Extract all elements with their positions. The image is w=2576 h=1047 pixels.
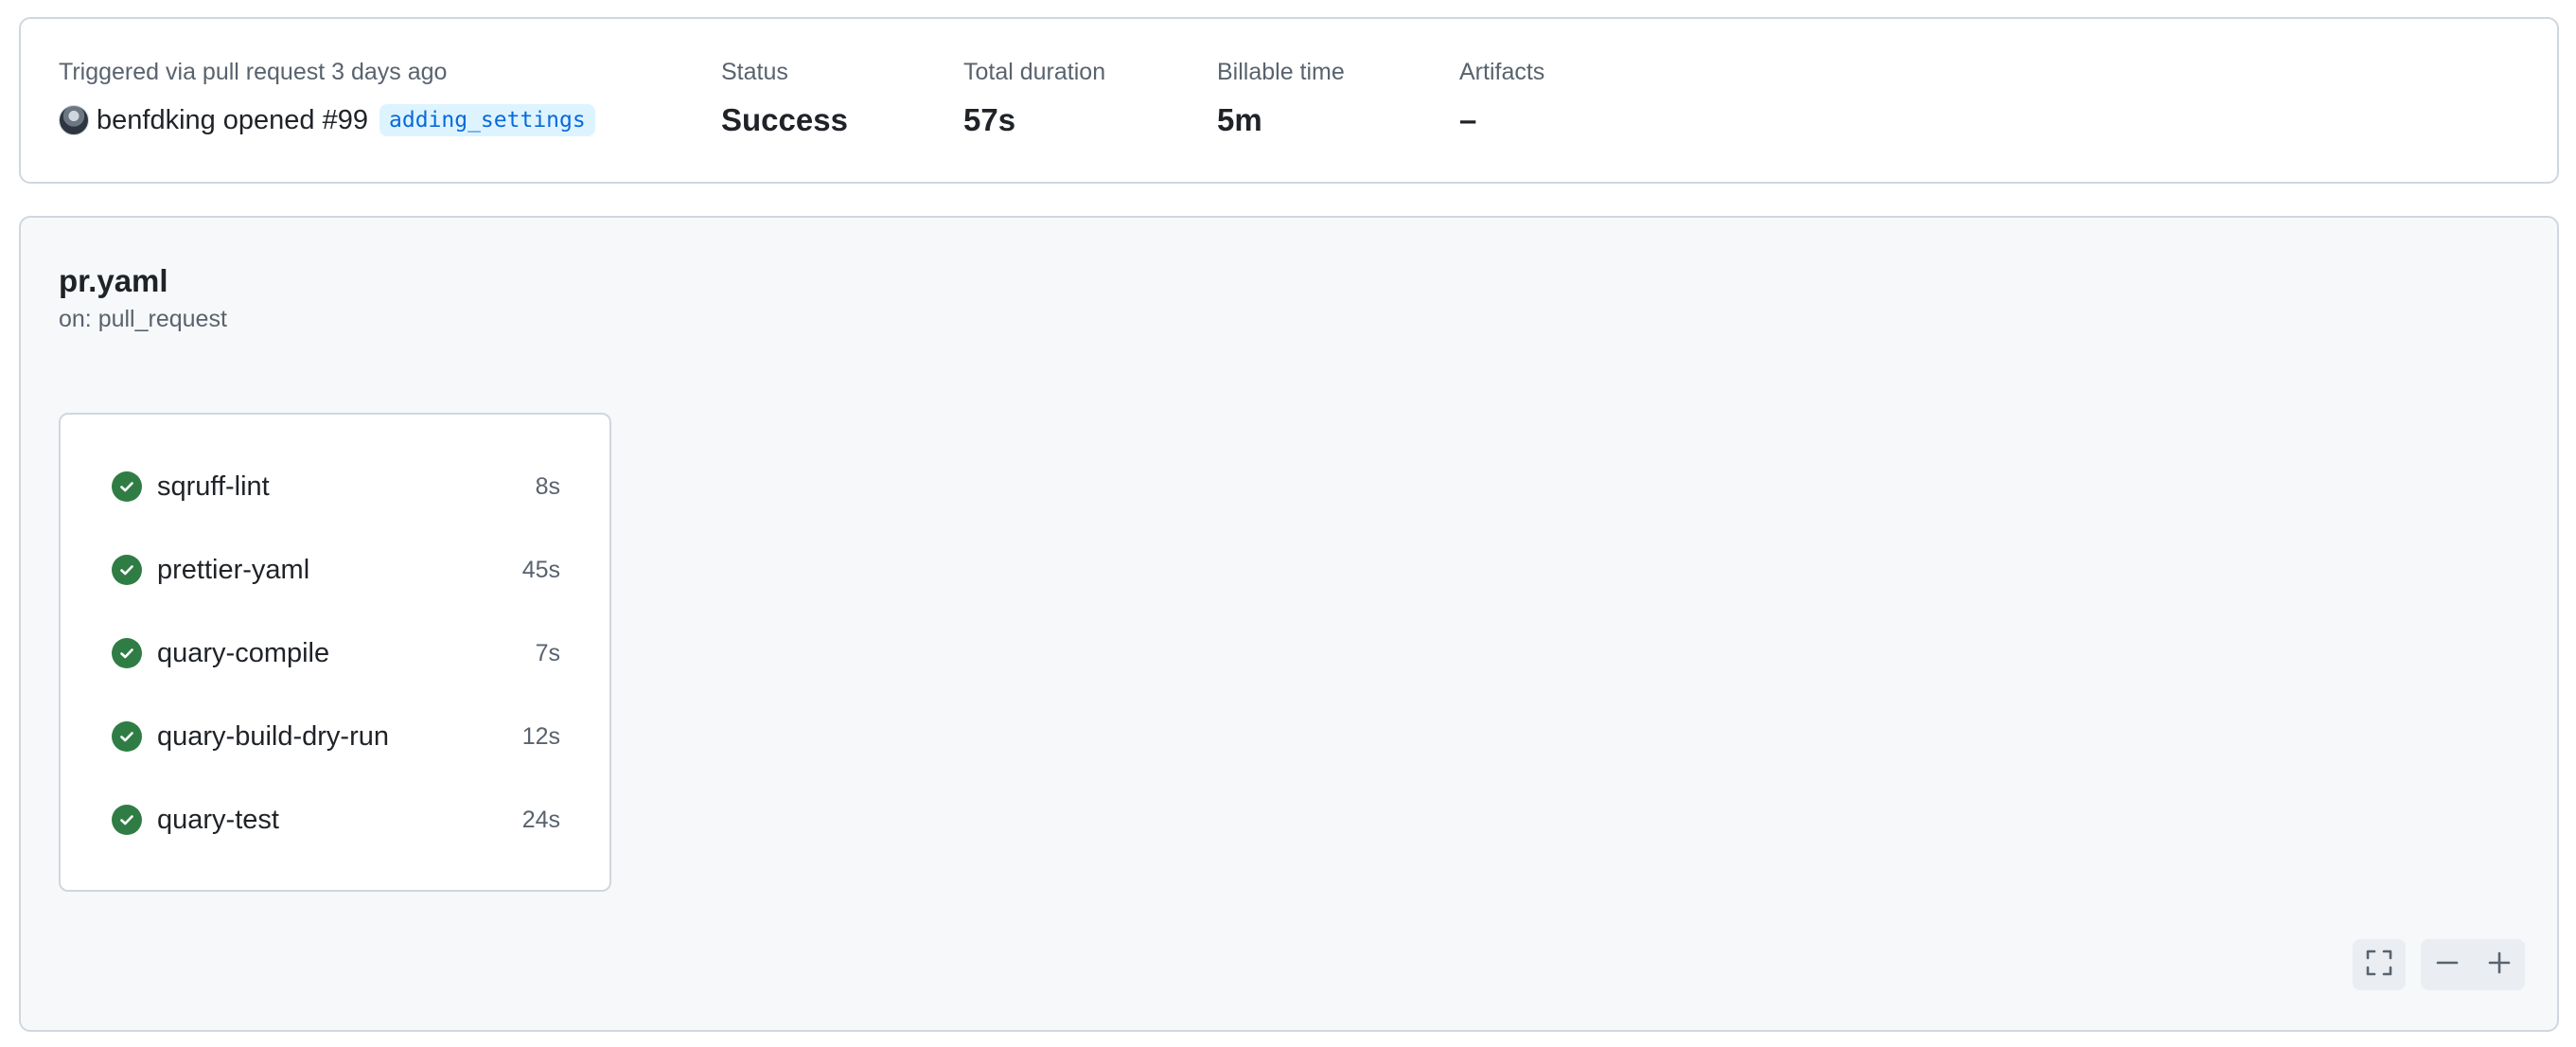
job-name: prettier-yaml <box>157 554 310 585</box>
job-row-prettier-yaml[interactable]: prettier-yaml 45s <box>112 551 560 589</box>
zoom-out-button[interactable] <box>2421 939 2473 990</box>
job-row-quary-build-dry-run[interactable]: quary-build-dry-run 12s <box>112 718 560 755</box>
check-circle-icon <box>112 721 142 752</box>
workflow-trigger: on: pull_request <box>59 306 227 332</box>
job-duration: 12s <box>521 722 560 750</box>
job-row-sqruff-lint[interactable]: sqruff-lint 8s <box>112 468 560 506</box>
trigger-label: Triggered via pull request 3 days ago <box>59 59 448 85</box>
billable-value: 5m <box>1217 102 1262 137</box>
jobs-card: sqruff-lint 8s prettier-yaml 45s quary-c… <box>59 413 611 892</box>
trigger-user-link[interactable]: benfdking <box>97 105 216 136</box>
status-value: Success <box>721 102 848 137</box>
trigger-details: benfdking opened #99 adding_settings <box>59 104 595 136</box>
minus-icon <box>2435 950 2460 980</box>
duration-label: Total duration <box>963 59 1106 85</box>
job-name: quary-compile <box>157 637 330 668</box>
fullscreen-icon <box>2365 949 2393 982</box>
status-label: Status <box>721 59 788 85</box>
job-duration: 7s <box>535 639 560 666</box>
trigger-action[interactable]: opened #99 <box>223 105 368 136</box>
duration-value: 57s <box>963 102 1016 137</box>
avatar[interactable] <box>59 105 89 135</box>
workflow-graph: pr.yaml on: pull_request sqruff-lint 8s … <box>19 216 2559 1032</box>
job-name: sqruff-lint <box>157 470 270 502</box>
job-duration: 45s <box>521 556 560 583</box>
check-circle-icon <box>112 555 142 585</box>
check-circle-icon <box>112 805 142 835</box>
zoom-in-button[interactable] <box>2473 939 2525 990</box>
job-row-quary-test[interactable]: quary-test 24s <box>112 801 560 839</box>
plus-icon <box>2487 950 2512 980</box>
billable-label: Billable time <box>1217 59 1345 85</box>
job-duration: 24s <box>521 806 560 833</box>
job-name: quary-test <box>157 804 279 835</box>
job-name: quary-build-dry-run <box>157 720 389 752</box>
check-circle-icon <box>112 471 142 502</box>
job-duration: 8s <box>535 472 560 500</box>
artifacts-value: – <box>1459 102 1477 137</box>
job-row-quary-compile[interactable]: quary-compile 7s <box>112 634 560 672</box>
branch-badge[interactable]: adding_settings <box>379 104 595 136</box>
zoom-controls <box>2421 939 2525 990</box>
fullscreen-button[interactable] <box>2353 939 2406 990</box>
workflow-name: pr.yaml <box>59 263 168 298</box>
run-summary: Triggered via pull request 3 days ago be… <box>19 17 2559 184</box>
artifacts-label: Artifacts <box>1459 59 1545 85</box>
check-circle-icon <box>112 638 142 668</box>
